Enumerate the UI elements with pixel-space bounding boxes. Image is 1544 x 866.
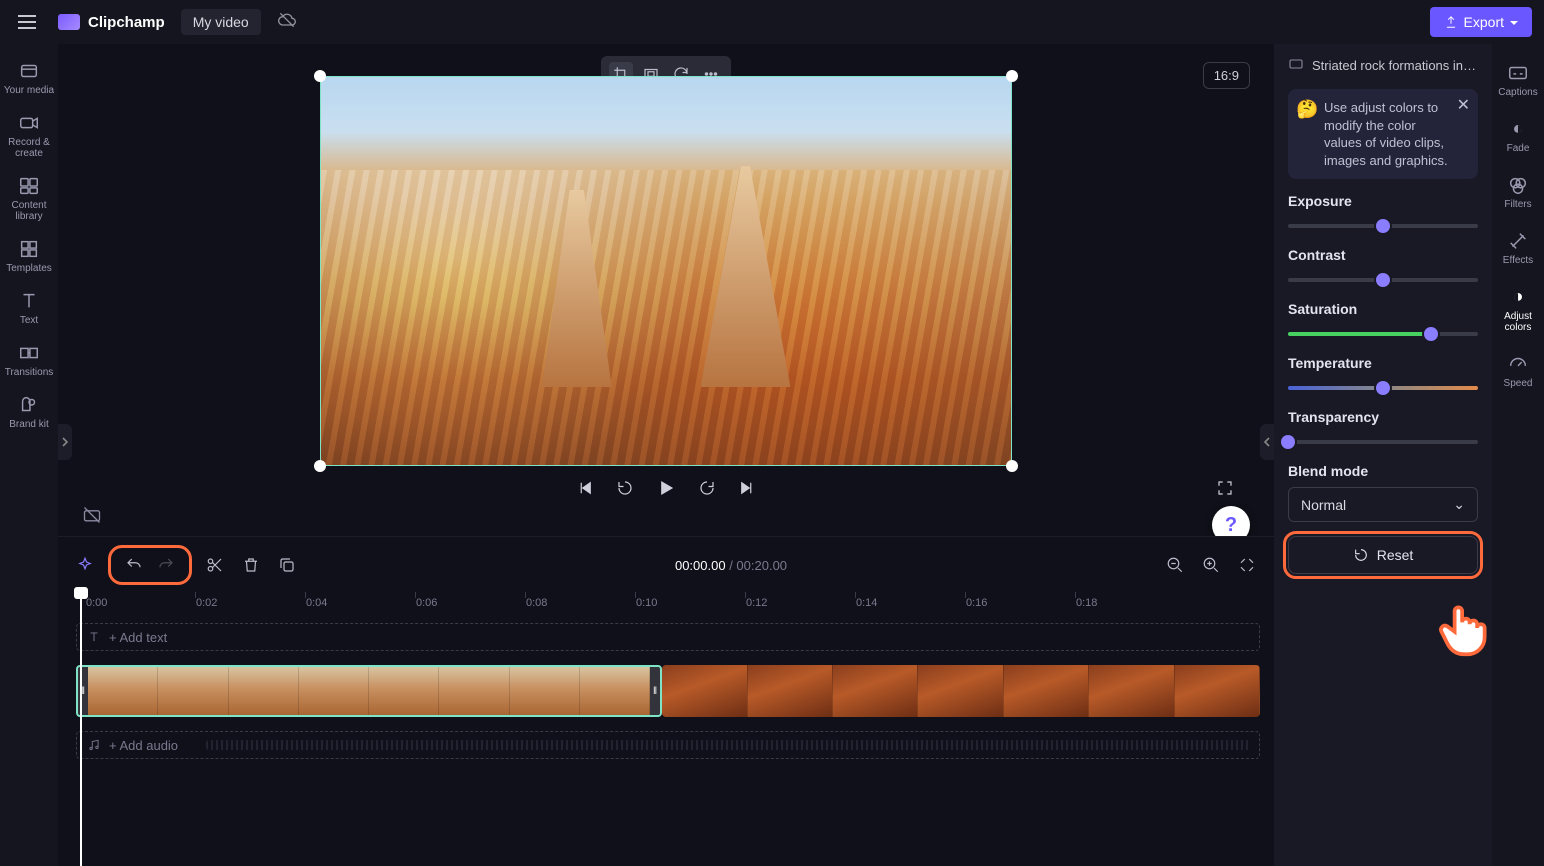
- sidebar-item-your-media[interactable]: Your media: [0, 54, 58, 102]
- tool-fade[interactable]: ◐ Fade: [1507, 114, 1530, 158]
- blend-mode-group: Blend mode Normal ⌄: [1288, 463, 1478, 522]
- playhead[interactable]: [80, 591, 82, 866]
- undo-redo-highlight: [108, 545, 192, 585]
- resize-handle-tr[interactable]: [1006, 70, 1018, 82]
- reset-button[interactable]: Reset: [1288, 536, 1478, 574]
- temperature-slider[interactable]: [1288, 381, 1478, 395]
- split-button[interactable]: [202, 552, 228, 578]
- video-clip-2[interactable]: [662, 665, 1260, 717]
- transparency-group: Transparency: [1288, 409, 1478, 449]
- transparency-slider[interactable]: [1288, 435, 1478, 449]
- tool-effects[interactable]: Effects: [1503, 226, 1533, 270]
- sidebar-item-text[interactable]: Text: [0, 284, 58, 332]
- chevron-down-icon: [1510, 14, 1518, 30]
- zoom-in-button[interactable]: [1198, 552, 1224, 578]
- saturation-slider[interactable]: [1288, 327, 1478, 341]
- aspect-ratio-button[interactable]: 16:9: [1203, 62, 1250, 89]
- tool-captions[interactable]: Captions: [1498, 58, 1537, 102]
- sidebar-item-templates[interactable]: Templates: [0, 232, 58, 280]
- ruler-tick: 0:10: [636, 597, 657, 609]
- timeline-ruler[interactable]: 0:00 0:02 0:04 0:06 0:08 0:10 0:12 0:14 0:16 0:18: [76, 591, 1260, 619]
- back-5s-button[interactable]: [616, 479, 634, 497]
- ruler-tick: 0:06: [416, 597, 437, 609]
- fade-icon: ◐: [1507, 118, 1529, 140]
- export-label: Export: [1464, 14, 1504, 30]
- play-button[interactable]: [656, 478, 676, 498]
- playback-controls: [58, 466, 1274, 504]
- tool-speed[interactable]: Speed: [1504, 349, 1533, 393]
- sidebar-item-brand-kit[interactable]: Brand kit: [0, 388, 58, 436]
- undo-button[interactable]: [121, 552, 147, 578]
- timecode: 00:00.00 / 00:20.00: [675, 558, 787, 573]
- time-duration: 00:20.00: [736, 558, 787, 573]
- adjust-colors-icon: ◑: [1507, 286, 1529, 308]
- menu-button[interactable]: [12, 9, 42, 35]
- timeline: 00:00.00 / 00:20.00 0:00 0:02 0:04 0:06 0:08…: [58, 536, 1274, 866]
- exposure-group: Exposure: [1288, 193, 1478, 233]
- audio-waveform: [206, 740, 1250, 750]
- clip-trim-right[interactable]: ‖: [650, 667, 660, 715]
- ruler-tick: 0:14: [856, 597, 877, 609]
- resize-handle-tl[interactable]: [314, 70, 326, 82]
- preview-canvas[interactable]: [320, 76, 1012, 466]
- left-sidebar: Your media Record & create Content libra…: [0, 44, 58, 866]
- exposure-slider[interactable]: [1288, 219, 1478, 233]
- tip-emoji-icon: 🤔: [1296, 97, 1318, 121]
- zoom-fit-button[interactable]: [1234, 552, 1260, 578]
- temperature-group: Temperature: [1288, 355, 1478, 395]
- export-button[interactable]: Export: [1430, 7, 1532, 37]
- time-current: 00:00.00: [675, 558, 726, 573]
- ruler-tick: 0:16: [966, 597, 987, 609]
- contrast-slider[interactable]: [1288, 273, 1478, 287]
- ruler-tick: 0:08: [526, 597, 547, 609]
- sidebar-item-transitions[interactable]: Transitions: [0, 336, 58, 384]
- add-text-track[interactable]: + Add text: [76, 623, 1260, 651]
- pointer-hand-icon: [1434, 598, 1492, 658]
- timeline-tracks: + Add text ‖ ‖: [76, 623, 1260, 759]
- chevron-down-icon: ⌄: [1453, 496, 1465, 513]
- forward-5s-button[interactable]: [698, 479, 716, 497]
- clip-icon: [1288, 56, 1304, 75]
- app-name: Clipchamp: [88, 14, 165, 31]
- expand-right-panel-button[interactable]: [1260, 424, 1274, 460]
- clipchamp-logo-icon: [58, 14, 80, 30]
- project-name[interactable]: My video: [181, 9, 261, 35]
- ruler-tick: 0:04: [306, 597, 327, 609]
- ruler-tick: 0:18: [1076, 597, 1097, 609]
- video-track: ‖ ‖: [76, 665, 1260, 717]
- ai-sparkle-button[interactable]: [72, 552, 98, 578]
- cloud-sync-icon[interactable]: [277, 10, 297, 35]
- brand[interactable]: Clipchamp: [58, 14, 165, 31]
- blend-mode-select[interactable]: Normal ⌄: [1288, 487, 1478, 522]
- properties-panel: Striated rock formations in cany… 🤔 Use …: [1274, 44, 1492, 866]
- tool-filters[interactable]: Filters: [1504, 170, 1531, 214]
- selected-clip-title: Striated rock formations in cany…: [1288, 56, 1478, 75]
- preview-area: 16:9: [58, 44, 1274, 536]
- ruler-tick: 0:02: [196, 597, 217, 609]
- tip-close-button[interactable]: ✕: [1457, 95, 1470, 117]
- redo-button[interactable]: [153, 552, 179, 578]
- video-clip-1[interactable]: ‖ ‖: [76, 665, 662, 717]
- ruler-tick: 0:12: [746, 597, 767, 609]
- skip-end-button[interactable]: [738, 479, 756, 497]
- skip-start-button[interactable]: [576, 479, 594, 497]
- main-area: 16:9: [58, 44, 1274, 866]
- duplicate-button[interactable]: [274, 552, 300, 578]
- right-tool-strip: Captions ◐ Fade Filters Effects ◑ Adjust…: [1492, 44, 1544, 866]
- contrast-group: Contrast: [1288, 247, 1478, 287]
- sidebar-item-content-library[interactable]: Content library: [0, 169, 58, 228]
- ruler-tick: 0:00: [86, 597, 107, 609]
- hide-overlay-button[interactable]: [82, 505, 102, 530]
- delete-button[interactable]: [238, 552, 264, 578]
- sidebar-item-record-create[interactable]: Record & create: [0, 106, 58, 165]
- tip-card: 🤔 Use adjust colors to modify the color …: [1288, 89, 1478, 179]
- zoom-out-button[interactable]: [1162, 552, 1188, 578]
- tool-adjust-colors[interactable]: ◑ Adjust colors: [1492, 282, 1544, 337]
- topbar: Clipchamp My video Export: [0, 0, 1544, 44]
- fullscreen-button[interactable]: [1216, 479, 1234, 497]
- saturation-group: Saturation: [1288, 301, 1478, 341]
